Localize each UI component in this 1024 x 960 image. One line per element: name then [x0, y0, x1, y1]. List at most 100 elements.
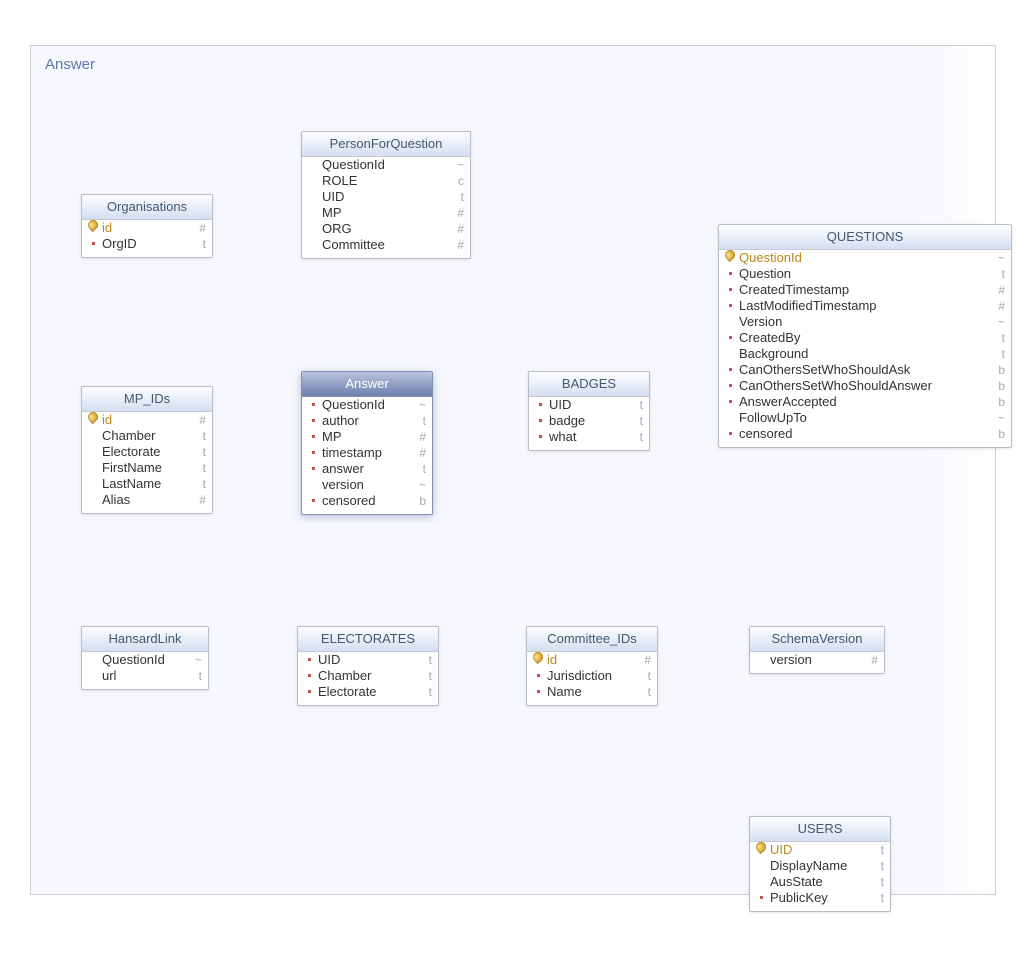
column-type: t — [627, 397, 643, 413]
table-header[interactable]: Organisations — [82, 195, 212, 220]
column-row[interactable]: Backgroundt — [719, 346, 1011, 362]
column-row[interactable]: CanOthersSetWhoShouldAskb — [719, 362, 1011, 378]
column-row[interactable]: DisplayNamet — [750, 858, 890, 874]
column-row[interactable]: CanOthersSetWhoShouldAnswerb — [719, 378, 1011, 394]
column-type: t — [416, 668, 432, 684]
column-row[interactable]: UIDt — [529, 397, 649, 413]
column-row[interactable]: timestamp# — [302, 445, 432, 461]
column-name: QuestionId — [320, 157, 448, 173]
column-row[interactable]: QuestionId~ — [302, 397, 432, 413]
table-users[interactable]: USERSUIDtDisplayNametAusStatetPublicKeyt — [749, 816, 891, 912]
diagram-canvas[interactable]: Answer Organisationsid#OrgIDtPersonForQu… — [30, 45, 996, 895]
column-type: b — [989, 394, 1005, 410]
column-name: FirstName — [100, 460, 190, 476]
column-row[interactable]: UIDt — [298, 652, 438, 668]
column-row[interactable]: id# — [82, 412, 212, 428]
column-row[interactable]: ROLEc — [302, 173, 470, 189]
column-type: t — [448, 189, 464, 205]
column-row[interactable]: id# — [82, 220, 212, 236]
index-marker-icon — [723, 426, 737, 442]
column-name: CreatedBy — [737, 330, 989, 346]
column-row[interactable]: authort — [302, 413, 432, 429]
table-header[interactable]: SchemaVersion — [750, 627, 884, 652]
column-type: ~ — [186, 652, 202, 668]
column-type: t — [190, 476, 206, 492]
column-type: t — [989, 346, 1005, 362]
column-row[interactable]: FirstNamet — [82, 460, 212, 476]
column-row[interactable]: version~ — [302, 477, 432, 493]
column-row[interactable]: answert — [302, 461, 432, 477]
table-header[interactable]: BADGES — [529, 372, 649, 397]
column-name: QuestionId — [737, 250, 989, 266]
column-row[interactable]: Alias# — [82, 492, 212, 508]
table-header[interactable]: ELECTORATES — [298, 627, 438, 652]
column-row[interactable]: UIDt — [750, 842, 890, 858]
table-electorates[interactable]: ELECTORATESUIDtChambertElectoratet — [297, 626, 439, 706]
column-row[interactable]: QuestionId~ — [302, 157, 470, 173]
table-header[interactable]: PersonForQuestion — [302, 132, 470, 157]
column-row[interactable]: Committee# — [302, 237, 470, 253]
column-row[interactable]: Electoratet — [82, 444, 212, 460]
table-header[interactable]: USERS — [750, 817, 890, 842]
column-row[interactable]: Namet — [527, 684, 657, 700]
column-row[interactable]: Chambert — [298, 668, 438, 684]
column-row[interactable]: QuestionId~ — [719, 250, 1011, 266]
column-row[interactable]: CreatedTimestamp# — [719, 282, 1011, 298]
column-name: UID — [547, 397, 627, 413]
column-row[interactable]: censoredb — [719, 426, 1011, 442]
column-type: # — [989, 282, 1005, 298]
table-header[interactable]: Answer — [302, 372, 432, 397]
column-row[interactable]: OrgIDt — [82, 236, 212, 252]
column-row[interactable]: MP# — [302, 429, 432, 445]
column-type: b — [989, 362, 1005, 378]
table-answer[interactable]: AnswerQuestionId~authortMP#timestamp#ans… — [301, 371, 433, 515]
column-row[interactable]: version# — [750, 652, 884, 668]
table-hansard_link[interactable]: HansardLinkQuestionId~urlt — [81, 626, 209, 690]
column-row[interactable]: FollowUpTo~ — [719, 410, 1011, 426]
column-row[interactable]: badget — [529, 413, 649, 429]
table-committee_ids[interactable]: Committee_IDsid#JurisdictiontNamet — [526, 626, 658, 706]
column-row[interactable]: PublicKeyt — [750, 890, 890, 906]
column-row[interactable]: QuestionId~ — [82, 652, 208, 668]
column-row[interactable]: Jurisdictiont — [527, 668, 657, 684]
table-header[interactable]: MP_IDs — [82, 387, 212, 412]
table-header[interactable]: QUESTIONS — [719, 225, 1011, 250]
column-row[interactable]: whatt — [529, 429, 649, 445]
index-marker-icon — [723, 282, 737, 298]
table-header[interactable]: Committee_IDs — [527, 627, 657, 652]
column-row[interactable]: Electoratet — [298, 684, 438, 700]
table-mp_ids[interactable]: MP_IDsid#ChambertElectoratetFirstNametLa… — [81, 386, 213, 514]
column-row[interactable]: Chambert — [82, 428, 212, 444]
column-name: url — [100, 668, 186, 684]
column-row[interactable]: Version~ — [719, 314, 1011, 330]
table-schema_version[interactable]: SchemaVersionversion# — [749, 626, 885, 674]
index-marker-icon — [302, 684, 316, 700]
column-row[interactable]: censoredb — [302, 493, 432, 509]
column-row[interactable]: MP# — [302, 205, 470, 221]
table-badges[interactable]: BADGESUIDtbadgetwhatt — [528, 371, 650, 451]
index-marker-icon — [723, 330, 737, 346]
table-organisations[interactable]: Organisationsid#OrgIDt — [81, 194, 213, 258]
column-type: t — [410, 461, 426, 477]
column-row[interactable]: UIDt — [302, 189, 470, 205]
index-marker-icon — [306, 445, 320, 461]
column-type: # — [989, 298, 1005, 314]
table-person_for_question[interactable]: PersonForQuestionQuestionId~ROLEcUIDtMP#… — [301, 131, 471, 259]
column-row[interactable]: LastNamet — [82, 476, 212, 492]
table-questions[interactable]: QUESTIONSQuestionId~QuestiontCreatedTime… — [718, 224, 1012, 448]
column-type: t — [410, 413, 426, 429]
column-row[interactable]: AnswerAcceptedb — [719, 394, 1011, 410]
column-row[interactable]: CreatedByt — [719, 330, 1011, 346]
column-row[interactable]: Questiont — [719, 266, 1011, 282]
column-row[interactable]: id# — [527, 652, 657, 668]
primary-key-icon — [86, 220, 100, 236]
column-row[interactable]: ORG# — [302, 221, 470, 237]
column-row[interactable]: AusStatet — [750, 874, 890, 890]
index-marker-icon — [754, 890, 768, 906]
column-name: QuestionId — [320, 397, 410, 413]
column-type: # — [190, 412, 206, 428]
column-name: Chamber — [316, 668, 416, 684]
column-row[interactable]: LastModifiedTimestamp# — [719, 298, 1011, 314]
table-header[interactable]: HansardLink — [82, 627, 208, 652]
column-row[interactable]: urlt — [82, 668, 208, 684]
